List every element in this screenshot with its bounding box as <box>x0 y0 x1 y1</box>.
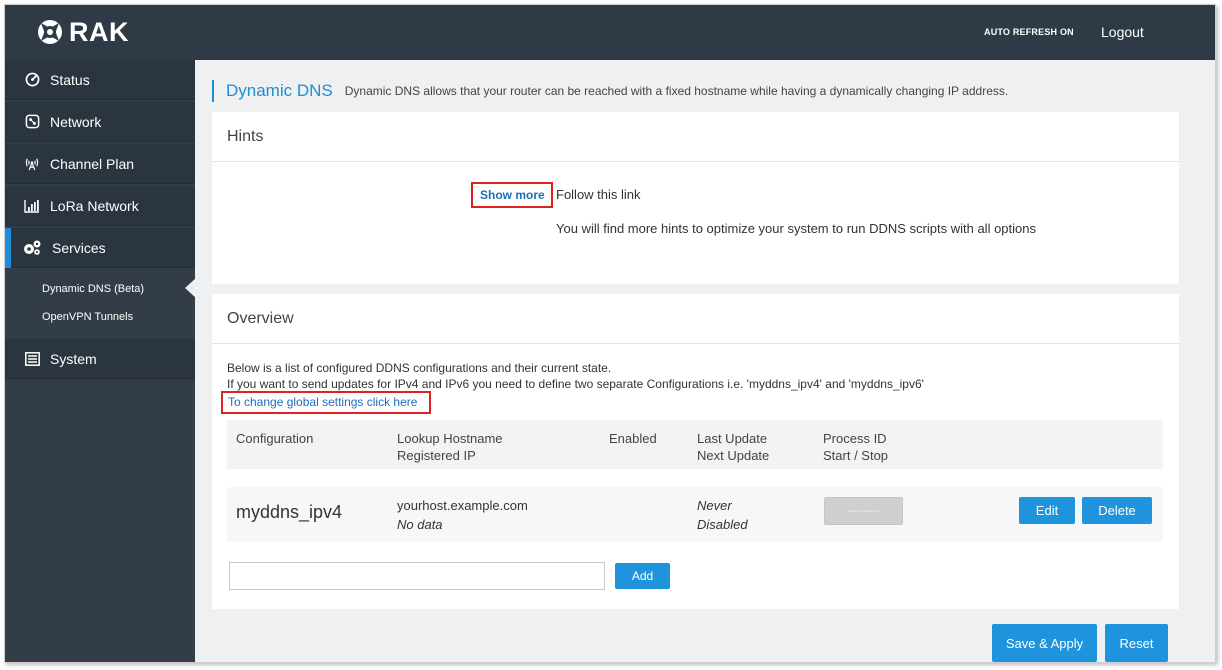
start-stop-button[interactable]: ---------- <box>824 497 903 525</box>
card-divider <box>212 161 1179 162</box>
add-button[interactable]: Add <box>615 563 670 589</box>
sidebar: Status Network Channel Plan LoRa Network… <box>5 60 195 662</box>
sidebar-item-label: System <box>50 350 97 367</box>
overview-title: Overview <box>227 310 294 327</box>
sidebar-item-label: Status <box>50 71 90 88</box>
antenna-icon <box>24 156 40 172</box>
column-header-configuration: Configuration <box>236 431 314 446</box>
logout-link[interactable]: Logout <box>1101 24 1144 40</box>
gears-icon <box>22 240 42 256</box>
sidebar-item-network[interactable]: Network <box>5 102 195 142</box>
new-config-name-input[interactable] <box>229 562 605 590</box>
table-header: Configuration Lookup Hostname Registered… <box>227 420 1163 469</box>
edit-button[interactable]: Edit <box>1019 497 1075 524</box>
config-name: myddns_ipv4 <box>236 502 343 522</box>
top-bar: RAK AUTO REFRESH ON Logout <box>5 5 1215 60</box>
sidebar-item-label: Network <box>50 113 102 130</box>
gauge-icon <box>24 72 40 88</box>
reset-button[interactable]: Reset <box>1105 624 1168 662</box>
sidebar-subitem-openvpn-tunnels[interactable]: OpenVPN Tunnels <box>42 311 133 323</box>
card-divider <box>212 343 1179 344</box>
column-header-process-id: Process ID <box>823 431 887 446</box>
list-icon <box>24 351 40 367</box>
brand-name: RAK <box>69 16 129 47</box>
signal-bars-icon <box>24 198 40 214</box>
last-update-value: Never <box>697 498 732 513</box>
global-settings-link[interactable]: To change global settings click here <box>228 395 417 409</box>
column-header-enabled: Enabled <box>609 431 657 446</box>
rak-logo-icon <box>38 20 62 44</box>
brand-logo[interactable]: RAK <box>35 15 129 49</box>
page-title: Dynamic DNS <box>226 81 333 100</box>
sidebar-item-label: Services <box>52 239 106 256</box>
services-submenu: Dynamic DNS (Beta) OpenVPN Tunnels <box>5 270 195 323</box>
column-header-lookup-hostname: Lookup Hostname <box>397 431 503 446</box>
sidebar-item-status[interactable]: Status <box>5 60 195 100</box>
main-content: Dynamic DNS Dynamic DNS allows that your… <box>195 60 1215 662</box>
column-header-registered-ip: Registered IP <box>397 448 476 463</box>
overview-info-line-1: Below is a list of configured DDNS confi… <box>227 361 612 375</box>
column-header-start-stop: Start / Stop <box>823 448 889 463</box>
overview-info-line-2: If you want to send updates for IPv4 and… <box>227 377 924 391</box>
sidebar-item-services[interactable]: Services <box>5 228 195 268</box>
sidebar-item-lora-network[interactable]: LoRa Network <box>5 186 195 226</box>
sidebar-item-label: Channel Plan <box>50 155 135 172</box>
hints-description: You will find more hints to optimize you… <box>556 221 1036 236</box>
table-row: myddns_ipv4 yourhost.example.com No data… <box>227 487 1163 542</box>
column-header-last-update: Last Update <box>697 431 768 446</box>
lookup-hostname-value: yourhost.example.com <box>397 498 528 513</box>
app-window: RAK AUTO REFRESH ON Logout Status Networ… <box>4 4 1216 663</box>
save-apply-button[interactable]: Save & Apply <box>992 624 1097 662</box>
delete-button[interactable]: Delete <box>1082 497 1152 524</box>
show-more-link[interactable]: Show more <box>480 188 545 202</box>
page-header: Dynamic DNS Dynamic DNS allows that your… <box>212 80 1008 102</box>
column-header-next-update: Next Update <box>697 448 770 463</box>
sidebar-item-label: LoRa Network <box>50 197 139 214</box>
sidebar-subitem-dynamic-dns[interactable]: Dynamic DNS (Beta) <box>42 283 144 295</box>
follow-link-text: Follow this link <box>556 187 641 202</box>
next-update-value: Disabled <box>697 517 748 532</box>
sidebar-item-channel-plan[interactable]: Channel Plan <box>5 144 195 184</box>
sidebar-item-system[interactable]: System <box>5 339 195 379</box>
hints-title: Hints <box>227 128 264 145</box>
registered-ip-value: No data <box>397 517 443 532</box>
auto-refresh-toggle[interactable]: AUTO REFRESH ON <box>984 27 1074 37</box>
hints-card: Hints Show more Follow this link You wil… <box>212 112 1179 284</box>
overview-card: Overview Below is a list of configured D… <box>212 294 1179 609</box>
network-icon <box>24 114 40 130</box>
page-description: Dynamic DNS allows that your router can … <box>344 84 1009 98</box>
